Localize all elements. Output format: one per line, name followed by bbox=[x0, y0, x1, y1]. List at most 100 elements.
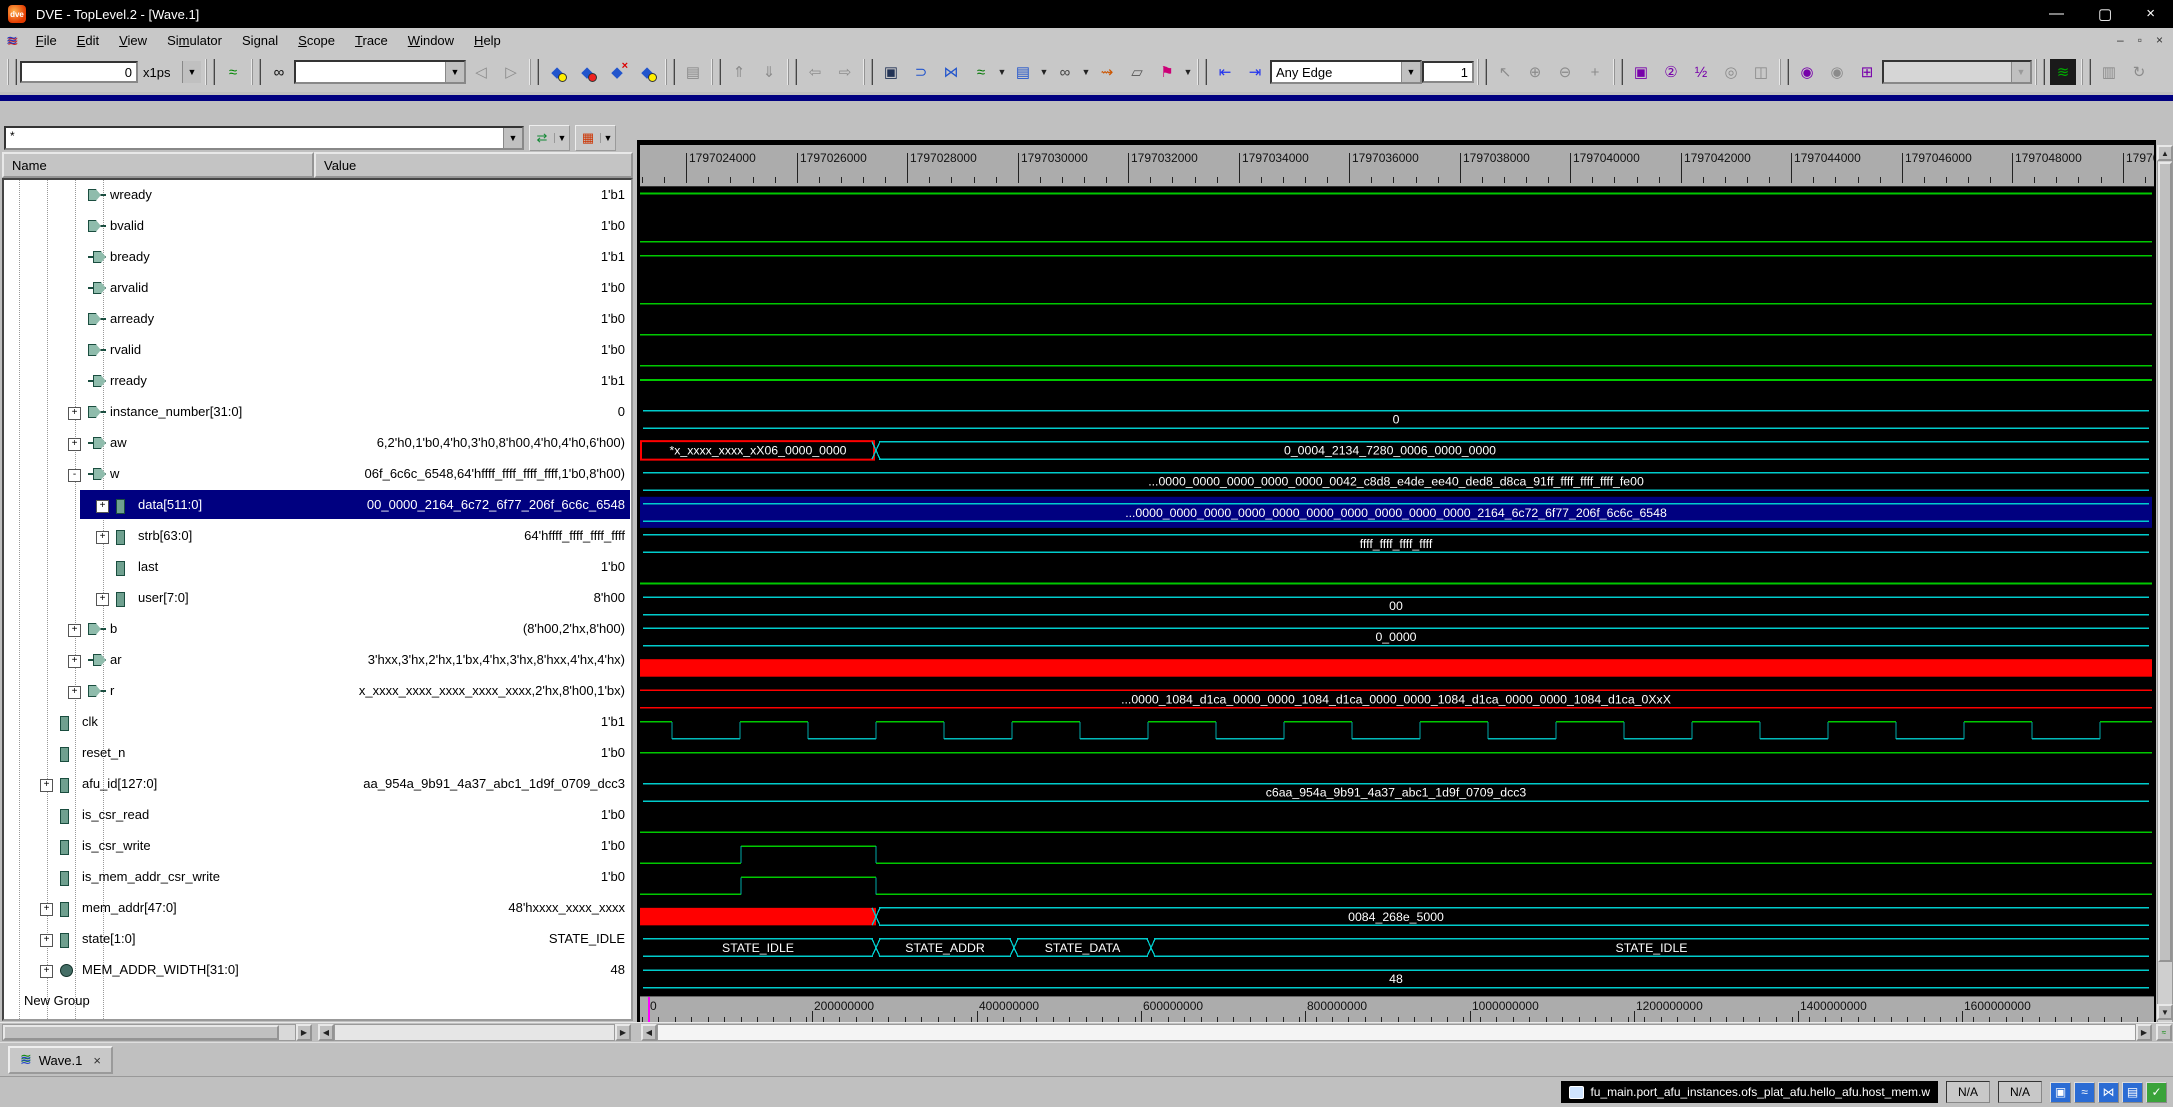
schematic-button[interactable]: ⋈ bbox=[937, 58, 965, 86]
flags-button-dropdown[interactable]: ▼ bbox=[1182, 59, 1194, 85]
window-config-button[interactable]: ▥ bbox=[2095, 58, 2123, 86]
time-input[interactable]: 0 bbox=[20, 61, 138, 83]
signal-row-bvalid[interactable]: bvalid1'b0 bbox=[4, 211, 631, 242]
signal-row-wready[interactable]: wready1'b1 bbox=[4, 180, 631, 211]
expand-icon[interactable]: + bbox=[96, 531, 109, 544]
waveform-canvas[interactable]: 0*x_xxxx_xxxx_xX06_0000_00000_0004_2134_… bbox=[640, 186, 2154, 996]
grid-combo[interactable]: ▼ bbox=[1882, 60, 2032, 84]
signal-row-state10[interactable]: +state[1:0]STATE_IDLE bbox=[4, 924, 631, 955]
eraser-button[interactable]: ▱ bbox=[1123, 58, 1151, 86]
time-cursor[interactable] bbox=[648, 997, 650, 1025]
pan-button[interactable]: + bbox=[1581, 58, 1609, 86]
signal-row-b[interactable]: +b(8'h00,2'hx,8'h00) bbox=[4, 614, 631, 645]
menu-edit[interactable]: Edit bbox=[67, 31, 109, 50]
list-button[interactable]: ▤ bbox=[1009, 58, 1037, 86]
new-group-row[interactable]: New Group bbox=[4, 986, 631, 1017]
grid-button[interactable]: ⊞ bbox=[1853, 58, 1881, 86]
signal-row-strb630[interactable]: +strb[63:0]64'hffff_ffff_ffff_ffff bbox=[4, 521, 631, 552]
status-check-icon[interactable]: ✓ bbox=[2146, 1082, 2167, 1103]
gate-button[interactable]: ⊃ bbox=[907, 58, 935, 86]
time-unit-combo[interactable]: x1ps▼ bbox=[138, 60, 202, 84]
menu-scope[interactable]: Scope bbox=[288, 31, 345, 50]
chevron-down-icon[interactable]: ▼ bbox=[445, 62, 464, 82]
wave-fit-button[interactable]: ≈ bbox=[2156, 1024, 2172, 1041]
chevron-down-icon[interactable]: ▼ bbox=[503, 128, 522, 148]
wave-hscrollbar-right[interactable]: ▶ bbox=[2136, 1024, 2152, 1041]
expand-icon[interactable]: + bbox=[68, 655, 81, 668]
collapse-icon[interactable]: - bbox=[68, 469, 81, 482]
menu-simulator[interactable]: Simulator bbox=[157, 31, 232, 50]
select-cursor-button[interactable]: ↖ bbox=[1491, 58, 1519, 86]
signal-row-is_csr_write[interactable]: is_csr_write1'b0 bbox=[4, 831, 631, 862]
trace-clear-button[interactable]: ◆× bbox=[603, 58, 631, 86]
mdi-restore-button[interactable]: ▫ bbox=[2138, 33, 2142, 47]
expand-icon[interactable]: + bbox=[40, 903, 53, 916]
list-button-dropdown[interactable]: ▼ bbox=[1038, 59, 1050, 85]
signal-row-is_mem_addr_csr_write[interactable]: is_mem_addr_csr_write1'b0 bbox=[4, 862, 631, 893]
stack-up-button[interactable]: ⇑ bbox=[725, 58, 753, 86]
signal-row-instance_number310[interactable]: +instance_number[31:0]0 bbox=[4, 397, 631, 428]
signal-row-last[interactable]: last1'b0 bbox=[4, 552, 631, 583]
save-session-button[interactable]: ▤ bbox=[679, 58, 707, 86]
expand-icon[interactable]: + bbox=[40, 965, 53, 978]
find-next-button[interactable]: ▷ bbox=[497, 58, 525, 86]
console-button[interactable]: ▣ bbox=[877, 58, 905, 86]
signal-row-bready[interactable]: bready1'b1 bbox=[4, 242, 631, 273]
tab-wave1[interactable]: ≋ Wave.1 × bbox=[8, 1046, 113, 1074]
wave-vscroll-thumb[interactable] bbox=[2158, 162, 2172, 962]
forward-button[interactable]: ⇨ bbox=[831, 58, 859, 86]
mdi-close-button[interactable]: × bbox=[2156, 33, 2163, 47]
wave-vscroll-up[interactable]: ▲ bbox=[2157, 145, 2173, 161]
signal-row-mem_addr470[interactable]: +mem_addr[47:0]48'hxxxx_xxxx_xxxx bbox=[4, 893, 631, 924]
menu-view[interactable]: View bbox=[109, 31, 157, 50]
value-hscrollbar-track[interactable] bbox=[334, 1024, 615, 1041]
signal-row-ar[interactable]: +ar3'hxx,3'hx,2'hx,1'bx,4'hx,3'hx,8'hxx,… bbox=[4, 645, 631, 676]
expand-icon[interactable]: + bbox=[68, 407, 81, 420]
find-prev-button[interactable]: ◁ bbox=[467, 58, 495, 86]
mdi-minimize-button[interactable]: – bbox=[2117, 33, 2124, 47]
signal-filter-value[interactable]: * bbox=[6, 128, 503, 148]
back-button[interactable]: ⇦ bbox=[801, 58, 829, 86]
minimize-button[interactable]: — bbox=[2049, 5, 2064, 23]
signal-row-data5110[interactable]: +data[511:0]00_0000_2164_6c72_6f77_206f_… bbox=[4, 490, 631, 521]
name-column-header[interactable]: Name bbox=[2, 152, 314, 178]
status-schematic-icon[interactable]: ⋈ bbox=[2098, 1082, 2119, 1103]
watch-button-dropdown[interactable]: ▼ bbox=[1080, 59, 1092, 85]
menu-file[interactable]: File bbox=[26, 31, 67, 50]
signal-row-is_csr_read[interactable]: is_csr_read1'b0 bbox=[4, 800, 631, 831]
trace-drivers-button[interactable]: ◆ bbox=[543, 58, 571, 86]
trace-back-button[interactable]: ◆ bbox=[633, 58, 661, 86]
path-button[interactable]: ⇝ bbox=[1093, 58, 1121, 86]
watch-button[interactable]: ∞ bbox=[1051, 58, 1079, 86]
signal-tree[interactable]: wready1'b1bvalid1'b0bready1'b1arvalid1'b… bbox=[2, 178, 633, 1021]
reload-button[interactable]: ↻ bbox=[2125, 58, 2153, 86]
signal-row-arready[interactable]: arready1'b0 bbox=[4, 304, 631, 335]
wave-vscroll-down[interactable]: ▼ bbox=[2157, 1004, 2173, 1020]
zoom-sel-button[interactable]: ◎ bbox=[1717, 58, 1745, 86]
trace-loads-button[interactable]: ◆ bbox=[573, 58, 601, 86]
time-unit-combo-value[interactable]: x1ps bbox=[139, 65, 182, 80]
signal-row-rready[interactable]: rready1'b1 bbox=[4, 366, 631, 397]
expand-icon[interactable]: + bbox=[68, 624, 81, 637]
status-list-icon[interactable]: ▤ bbox=[2122, 1082, 2143, 1103]
find-button[interactable]: ∞ bbox=[265, 58, 293, 86]
tab-close-icon[interactable]: × bbox=[93, 1053, 101, 1068]
close-button[interactable]: × bbox=[2146, 5, 2155, 23]
name-hscrollbar-right[interactable]: ▶ bbox=[296, 1024, 312, 1041]
signal-filter-combo[interactable]: * ▼ bbox=[4, 126, 524, 150]
wave-active-button[interactable]: ≋ bbox=[2049, 58, 2077, 86]
chevron-down-icon[interactable]: ▼ bbox=[1401, 62, 1420, 82]
next-edge-button[interactable]: ⇥ bbox=[1241, 58, 1269, 86]
zoom-fit-button[interactable]: ▣ bbox=[1627, 58, 1655, 86]
wave-hscrollbar-track[interactable] bbox=[657, 1024, 2136, 1041]
wave-hscrollbar-left[interactable]: ◀ bbox=[641, 1024, 657, 1041]
wave-button-dropdown[interactable]: ▼ bbox=[996, 59, 1008, 85]
expand-icon[interactable]: + bbox=[96, 500, 109, 513]
menu-window[interactable]: Window bbox=[398, 31, 464, 50]
signal-row-w[interactable]: -w06f_6c6c_6548,64'hffff_ffff_ffff_ffff,… bbox=[4, 459, 631, 490]
expand-icon[interactable]: + bbox=[40, 934, 53, 947]
edge-type-combo-value[interactable]: Any Edge bbox=[1272, 65, 1401, 80]
chevron-down-icon[interactable]: ▼ bbox=[600, 133, 615, 143]
search-combo[interactable]: ▼ bbox=[294, 60, 466, 84]
value-hscrollbar-right[interactable]: ▶ bbox=[615, 1024, 631, 1041]
